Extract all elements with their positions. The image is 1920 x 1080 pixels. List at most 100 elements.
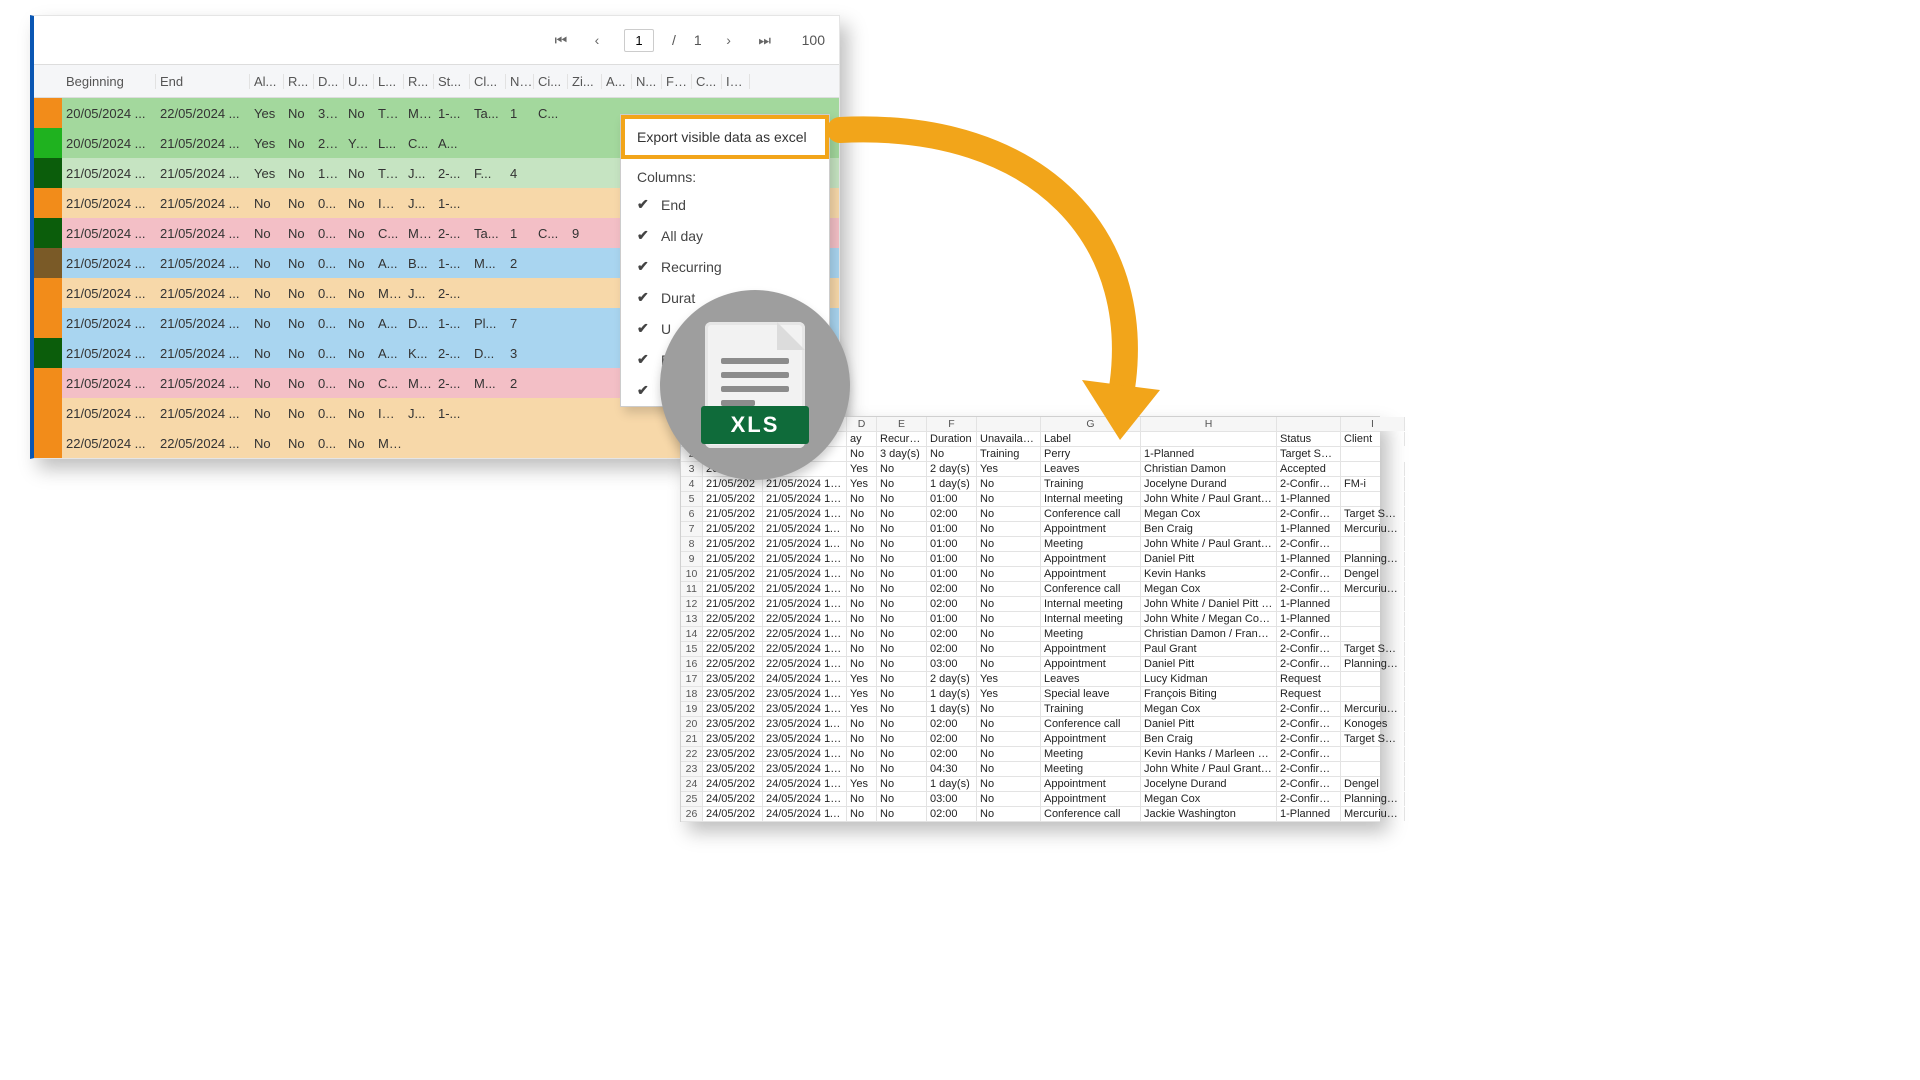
- cell: 22/05/2024 ...: [156, 106, 250, 121]
- excel-row[interactable]: 1021/05/20221/05/2024 13:00NoNo01:00NoAp…: [681, 567, 1380, 582]
- excel-row[interactable]: 2524/05/20224/05/2024 15:00NoNo03:00NoAp…: [681, 792, 1380, 807]
- excel-row[interactable]: 721/05/20221/05/2024 11:00NoNo01:00NoApp…: [681, 522, 1380, 537]
- column-header[interactable]: Al...: [250, 74, 284, 89]
- excel-cell: Meeting: [1041, 627, 1141, 641]
- excel-row[interactable]: 1723/05/20224/05/2024 18:00YesNo2 day(s)…: [681, 672, 1380, 687]
- excel-row[interactable]: 521/05/20221/05/2024 10:00NoNo01:00NoInt…: [681, 492, 1380, 507]
- excel-cell: Target Skills: [1277, 447, 1341, 461]
- page-first-button[interactable]: ⏮: [552, 32, 570, 49]
- excel-cell: 23/05/2024 13:00: [763, 747, 847, 761]
- excel-row[interactable]: 421/05/20221/05/2024 18:00YesNo1 day(s)N…: [681, 477, 1380, 492]
- cell: No: [284, 166, 314, 181]
- excel-cell: 2 day(s): [927, 672, 977, 686]
- excel-cell: 23/05/202: [703, 732, 763, 746]
- excel-cell: 21/05/202: [703, 507, 763, 521]
- column-toggle-item[interactable]: ✔All day: [621, 220, 829, 251]
- excel-cell: No: [877, 657, 927, 671]
- excel-cell: Accepted: [1277, 462, 1341, 476]
- excel-cell: No: [847, 492, 877, 506]
- excel-cell: 21/05/202: [703, 552, 763, 566]
- excel-row[interactable]: 2123/05/20223/05/2024 12:00NoNo02:00NoAp…: [681, 732, 1380, 747]
- page-prev-button[interactable]: ‹: [588, 32, 606, 48]
- column-header[interactable]: End: [156, 74, 250, 89]
- column-header[interactable]: N...: [632, 74, 662, 89]
- excel-cell: 1 day(s): [927, 477, 977, 491]
- excel-cell: 02:00: [927, 642, 977, 656]
- cell: No: [344, 316, 374, 331]
- column-header[interactable]: Ci...: [534, 74, 568, 89]
- excel-cell: 02:00: [927, 747, 977, 761]
- column-header[interactable]: U...: [344, 74, 374, 89]
- page-number-input[interactable]: [624, 29, 654, 52]
- excel-row[interactable]: 821/05/20221/05/2024 11:30NoNo01:00NoMee…: [681, 537, 1380, 552]
- excel-cell: Megan Cox: [1141, 582, 1277, 596]
- cell: 2-...: [434, 226, 470, 241]
- cell: C...: [374, 376, 404, 391]
- cell: A...: [374, 256, 404, 271]
- column-header[interactable]: St...: [434, 74, 470, 89]
- excel-row[interactable]: 1422/05/20222/05/2024 12:00NoNo02:00NoMe…: [681, 627, 1380, 642]
- excel-cell: 2-Confirmed: [1277, 507, 1341, 521]
- excel-row[interactable]: 1322/05/20222/05/2024 10:00NoNo01:00NoIn…: [681, 612, 1380, 627]
- excel-cell: No: [877, 612, 927, 626]
- column-menu-button[interactable]: I...≡: [722, 74, 750, 89]
- column-header[interactable]: Zi...: [568, 74, 602, 89]
- excel-row-number: 11: [681, 582, 703, 596]
- excel-cell: Appointment: [1041, 777, 1141, 791]
- column-header[interactable]: R...: [404, 74, 434, 89]
- column-header[interactable]: C...: [692, 74, 722, 89]
- excel-cell: Appointment: [1041, 657, 1141, 671]
- cell: 2-...: [434, 166, 470, 181]
- excel-row[interactable]: 921/05/20221/05/2024 12:00NoNo01:00NoApp…: [681, 552, 1380, 567]
- page-next-button[interactable]: ›: [720, 32, 738, 48]
- excel-row[interactable]: 1622/05/20222/05/2024 17:00NoNo03:00NoAp…: [681, 657, 1380, 672]
- excel-row-number: 5: [681, 492, 703, 506]
- column-toggle-item[interactable]: ✔Recurring: [621, 251, 829, 282]
- cell: Ta...: [470, 106, 506, 121]
- column-toggle-item[interactable]: ✔End: [621, 189, 829, 220]
- excel-cell: 1-Planned: [1277, 597, 1341, 611]
- excel-row-number: 6: [681, 507, 703, 521]
- excel-row[interactable]: 2624/05/20224/05/2024 11:00NoNo02:00NoCo…: [681, 807, 1380, 822]
- excel-row[interactable]: 1923/05/20223/05/2024 18:00YesNo1 day(s)…: [681, 702, 1380, 717]
- column-header[interactable]: L...: [374, 74, 404, 89]
- excel-cell: [1341, 462, 1405, 476]
- export-excel-menu-item[interactable]: Export visible data as excel: [621, 115, 829, 159]
- excel-row[interactable]: 1121/05/20221/05/2024 16:00NoNo02:00NoCo…: [681, 582, 1380, 597]
- cell: 21/05/2024 ...: [156, 136, 250, 151]
- cell: No: [250, 196, 284, 211]
- column-header[interactable]: Beginning: [62, 74, 156, 89]
- excel-row[interactable]: 2424/05/20224/05/2024 18:00YesNo1 day(s)…: [681, 777, 1380, 792]
- excel-row[interactable]: 2323/05/20223/05/2024 18:00NoNo04:30NoMe…: [681, 762, 1380, 777]
- excel-row[interactable]: 2223/05/20223/05/2024 13:00NoNo02:00NoMe…: [681, 747, 1380, 762]
- excel-cell: No: [877, 702, 927, 716]
- excel-cell: Jocelyne Durand: [1141, 477, 1277, 491]
- column-header[interactable]: N...: [506, 74, 534, 89]
- column-header[interactable]: R...: [284, 74, 314, 89]
- rows-per-page[interactable]: 100: [802, 32, 825, 48]
- row-color-chip: [34, 308, 62, 338]
- column-header[interactable]: Fi...: [662, 74, 692, 89]
- excel-row[interactable]: 1823/05/20223/05/2024 18:00YesNo1 day(s)…: [681, 687, 1380, 702]
- excel-cell: Yes: [847, 672, 877, 686]
- excel-row[interactable]: 1522/05/20222/05/2024 15:00NoNo02:00NoAp…: [681, 642, 1380, 657]
- cell: No: [250, 436, 284, 451]
- page-last-button[interactable]: ⏭: [756, 32, 774, 49]
- column-header[interactable]: D...: [314, 74, 344, 89]
- column-header[interactable]: Cl...: [470, 74, 506, 89]
- cell: 21/05/2024 ...: [156, 196, 250, 211]
- excel-row[interactable]: 621/05/20221/05/2024 12:00NoNo02:00NoCon…: [681, 507, 1380, 522]
- excel-row-number: 13: [681, 612, 703, 626]
- excel-cell: No: [977, 582, 1041, 596]
- excel-cell: 2-Confirmed: [1277, 642, 1341, 656]
- excel-row[interactable]: 1221/05/20221/05/2024 16:00NoNo02:00NoIn…: [681, 597, 1380, 612]
- excel-cell: 2-Confirmed: [1277, 792, 1341, 806]
- excel-cell: No: [847, 792, 877, 806]
- cell: No: [344, 376, 374, 391]
- excel-cell: Yes: [977, 672, 1041, 686]
- excel-row-number: 10: [681, 567, 703, 581]
- excel-row[interactable]: 2023/05/20223/05/2024 11:00NoNo02:00NoCo…: [681, 717, 1380, 732]
- excel-cell: François Biting: [1141, 687, 1277, 701]
- excel-cell: No: [977, 717, 1041, 731]
- column-header[interactable]: A...: [602, 74, 632, 89]
